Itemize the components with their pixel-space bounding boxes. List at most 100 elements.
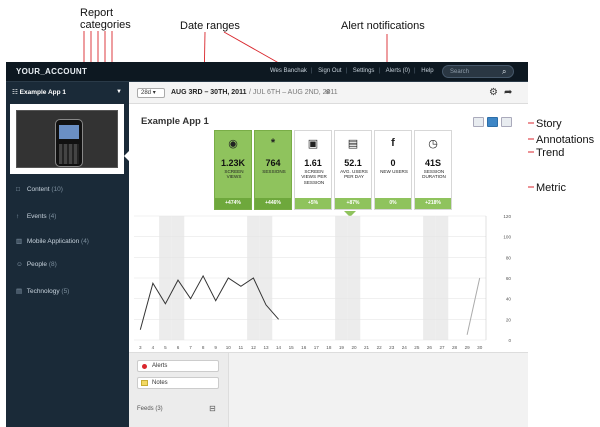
people-icon: ☺ — [16, 261, 23, 268]
x-tick-label: 28 — [452, 345, 458, 350]
metric-screen-views[interactable]: ◉ 1.23K SCREEN VIEWS +474% — [214, 130, 252, 210]
search-icon[interactable]: ⌕ — [502, 67, 506, 77]
x-tick-label: 10 — [226, 345, 232, 350]
callout-metric: Metric — [536, 182, 566, 194]
callout-date-ranges: Date ranges — [180, 20, 240, 32]
sidebar-item-events[interactable]: ↑ Events (4) — [16, 213, 56, 220]
share-arrow-icon[interactable]: ➦ — [504, 87, 512, 98]
settings-link[interactable]: Settings — [353, 68, 375, 74]
metric-sessions[interactable]: * 764 SESSIONS +446% — [254, 130, 292, 210]
events-icon: ↑ — [16, 213, 20, 220]
gear-icon[interactable]: ⚙ — [489, 87, 498, 98]
x-tick-label: 16 — [301, 345, 307, 350]
sidebar-item-count: (5) — [61, 288, 70, 295]
sidebar-item-content[interactable]: □ Content (10) — [16, 186, 63, 193]
app-selector[interactable]: ☷ Example App 1 ▼ — [12, 88, 122, 100]
callout-trend: Trend — [536, 147, 565, 159]
sidebar-item-count: (8) — [48, 261, 57, 268]
x-tick-label: 17 — [314, 345, 320, 350]
help-link[interactable]: Help — [421, 68, 433, 74]
trend-chart[interactable]: 0 20 40 60 80 100 120 3 4 5 6 7 8 9 10 11 12 13 14 15 16 17 18… — [129, 212, 528, 352]
alerts-toggle[interactable]: Alerts — [137, 360, 219, 372]
sidebar: ☷ Example App 1 ▼ □ Content (10) ↑ Event… — [6, 82, 130, 427]
eye-icon: ◉ — [228, 138, 238, 150]
note-icon — [141, 380, 148, 386]
metric-change: +474% — [215, 198, 251, 209]
date-range-select-value: 28d — [141, 90, 152, 96]
notes-label: Notes — [152, 380, 168, 386]
y-tick-label: 40 — [506, 297, 512, 302]
x-tick-label: 24 — [402, 345, 408, 350]
x-tick-label: 18 — [326, 345, 332, 350]
notes-toggle[interactable]: Notes — [137, 377, 219, 389]
sidebar-item-label: Technology — [26, 288, 60, 295]
metric-session-duration[interactable]: ◷ 41S SESSION DURATION +218% — [414, 130, 452, 210]
feed-panel: Alerts Notes Feeds (3) ⊟ — [129, 353, 229, 427]
app-icon: ☷ — [12, 89, 18, 96]
close-icon[interactable]: ⊗ — [325, 88, 331, 96]
y-tick-label: 120 — [503, 214, 511, 219]
screen-icon: ▣ — [307, 138, 319, 150]
search-input[interactable]: Search ⌕ — [442, 65, 514, 78]
x-tick-label: 22 — [377, 345, 383, 350]
sidebar-item-mobile-application[interactable]: ▥ Mobile Application (4) — [16, 237, 89, 245]
alert-dot-icon — [142, 364, 147, 369]
feeds-collapse-icon[interactable]: ⊟ — [209, 404, 216, 413]
sidebar-item-label: Events — [26, 213, 47, 220]
metric-change: +446% — [255, 198, 291, 209]
sidebar-item-people[interactable]: ☺ People (8) — [16, 261, 57, 268]
metric-label: SCREEN VIEWS PER SESSION — [301, 169, 327, 185]
top-nav: Wes Banchak | Sign Out | Settings | Alerts … — [270, 68, 434, 74]
y-tick-label: 60 — [506, 276, 512, 281]
x-tick-label: 13 — [263, 345, 269, 350]
clock-icon: ◷ — [428, 138, 438, 150]
lower-panel: Alerts Notes Feeds (3) ⊟ — [129, 352, 528, 427]
callout-report-categories: Report categories — [80, 7, 131, 31]
user-link[interactable]: Wes Banchak — [270, 68, 307, 74]
metric-change: +218% — [415, 198, 451, 209]
x-tick-label: 9 — [214, 345, 217, 350]
date-range-primary[interactable]: AUG 3RD – 30TH, 2011 — [171, 89, 246, 96]
page-title: Example App 1 — [141, 116, 209, 127]
x-tick-label: 29 — [465, 345, 471, 350]
alerts-link[interactable]: Alerts (0) — [386, 68, 410, 74]
sidebar-item-technology[interactable]: ▤ Technology (5) — [16, 287, 69, 295]
x-tick-label: 5 — [164, 345, 167, 350]
y-tick-label: 0 — [508, 338, 511, 343]
date-range-select[interactable]: 28d ▾ — [137, 88, 165, 98]
account-name[interactable]: YOUR_ACCOUNT — [16, 67, 87, 76]
y-tick-label: 100 — [503, 235, 511, 240]
y-tick-label: 20 — [506, 317, 512, 322]
sign-out-link[interactable]: Sign Out — [318, 68, 341, 74]
x-tick-label: 14 — [276, 345, 282, 350]
metric-screen-views-per-session[interactable]: ▣ 1.61 SCREEN VIEWS PER SESSION +5% — [294, 130, 332, 210]
sidebar-item-label: Mobile Application — [26, 238, 80, 245]
x-tick-label: 25 — [414, 345, 420, 350]
app-thumbnail — [10, 104, 124, 174]
callout-alert-notifications: Alert notifications — [341, 20, 425, 32]
trend-icon[interactable] — [473, 117, 484, 127]
story-icon[interactable] — [501, 117, 512, 127]
asterisk-icon: * — [270, 137, 276, 149]
metric-value: 0 — [390, 158, 396, 168]
technology-icon: ▤ — [16, 288, 23, 295]
sidebar-item-count: (10) — [51, 186, 63, 193]
content-icon: □ — [16, 186, 20, 193]
metric-new-users[interactable]: f 0 NEW USERS 0% — [374, 130, 412, 210]
sidebar-item-label: People — [26, 261, 48, 268]
alerts-label: Alerts — [152, 363, 168, 369]
sidebar-item-label: Content — [26, 186, 50, 193]
x-tick-label: 12 — [251, 345, 257, 350]
metric-change: +87% — [335, 198, 371, 209]
mobile-application-icon: ▥ — [16, 238, 23, 245]
annotations-icon[interactable] — [487, 117, 498, 127]
metric-label: NEW USERS — [380, 169, 408, 174]
metric-value: 1.61 — [304, 158, 322, 168]
search-placeholder: Search — [450, 69, 470, 75]
metric-change: +5% — [295, 198, 331, 209]
metric-label: SCREEN VIEWS — [224, 169, 244, 180]
metric-avg-users-per-day[interactable]: ▤ 52.1 AVG. USERS PER DAY +87% — [334, 130, 372, 210]
x-tick-label: 23 — [389, 345, 395, 350]
metric-value: 52.1 — [344, 158, 362, 168]
chevron-down-icon: ▼ — [116, 89, 122, 95]
